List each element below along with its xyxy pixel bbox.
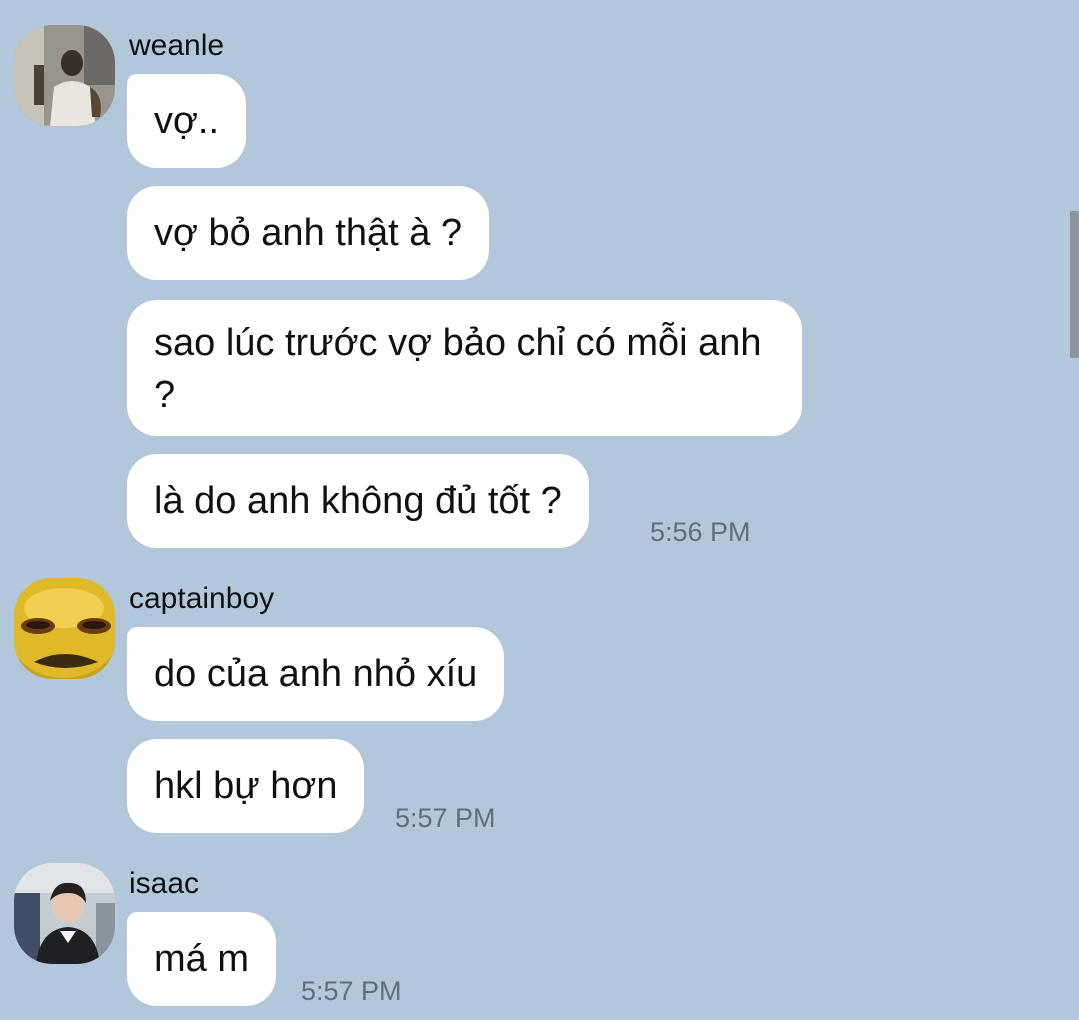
message-timestamp: 5:57 PM: [301, 976, 402, 1006]
sender-name: isaac: [129, 867, 200, 900]
message-timestamp: 5:57 PM: [395, 803, 496, 833]
message-bubble[interactable]: là do anh không đủ tốt ?: [127, 454, 589, 548]
message-bubble[interactable]: má m: [127, 912, 276, 1006]
message-bubble[interactable]: vợ..: [127, 74, 247, 168]
avatar-photo-icon: [14, 863, 115, 964]
sender-name: weanle: [129, 29, 225, 62]
message-text: vợ..: [154, 100, 220, 142]
message-bubble[interactable]: do của anh nhỏ xíu: [127, 627, 505, 721]
yellow-cartoon-face-icon: [14, 578, 115, 679]
chat-message-list[interactable]: weanle vợ.. vợ bỏ anh thật à ? sao lúc t…: [0, 0, 1079, 1020]
avatar-weanle[interactable]: [14, 25, 115, 126]
message-timestamp: 5:56 PM: [650, 517, 751, 547]
avatar-captainboy[interactable]: [14, 578, 115, 679]
message-bubble[interactable]: hkl bự hơn: [127, 739, 365, 833]
avatar-isaac[interactable]: [14, 863, 115, 964]
avatar-photo-icon: [14, 25, 115, 126]
message-bubble[interactable]: vợ bỏ anh thật à ?: [127, 186, 490, 280]
message-text: hkl bự hơn: [154, 765, 338, 807]
message-text: sao lúc trước vợ bảo chỉ có mỗi anh ?: [154, 322, 762, 416]
scrollbar-thumb[interactable]: [1070, 211, 1079, 358]
message-text: má m: [154, 938, 249, 980]
message-text: do của anh nhỏ xíu: [154, 653, 478, 695]
sender-name: captainboy: [129, 582, 275, 615]
message-bubble[interactable]: sao lúc trước vợ bảo chỉ có mỗi anh ?: [127, 300, 802, 436]
message-text: là do anh không đủ tốt ?: [154, 480, 562, 522]
message-text: vợ bỏ anh thật à ?: [154, 212, 463, 254]
